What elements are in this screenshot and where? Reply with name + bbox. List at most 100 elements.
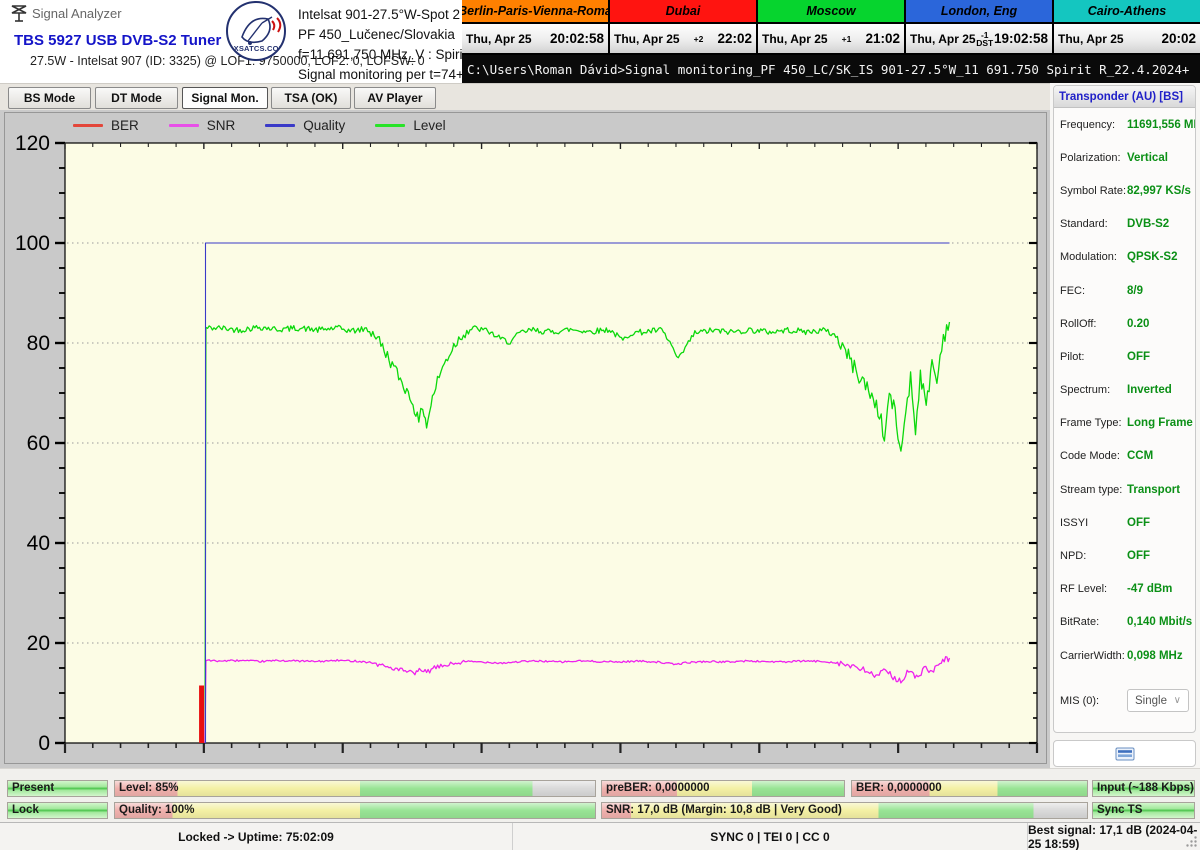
transponder-row: BitRate: 0,140 Mbit/s — [1060, 616, 1193, 629]
clock-time: 21:02 — [865, 31, 900, 46]
info-line-duration: Signal monitoring per t=74+h — [298, 67, 472, 82]
transponder-row: CarrierWidth: 0,098 MHz — [1060, 649, 1183, 662]
clock-city-header: Berlin-Paris-Vienna-Roma — [462, 0, 608, 24]
clock-cairo: Cairo-Athens Thu, Apr 25 20:02 — [1052, 0, 1200, 53]
console-command-text: C:\Users\Roman Dávid>Signal monitoring_P… — [467, 61, 1190, 77]
lock-indicator: Lock — [7, 802, 108, 819]
legend-label: Quality — [303, 118, 346, 133]
legend-item-snr: SNR — [168, 118, 236, 133]
mis-row: MIS (0): Single ∨ — [1054, 684, 1195, 717]
console-window: C:\Users\Roman Dávid>Signal monitoring_P… — [462, 55, 1200, 83]
clock-utc-offset: +1 — [841, 33, 852, 44]
chevron-down-icon: ∨ — [1173, 695, 1181, 707]
mode-tab-bar: BS Mode DT Mode Signal Mon. TSA (OK) AV … — [0, 83, 1200, 110]
mis-dropdown[interactable]: Single ∨ — [1127, 689, 1189, 713]
clock-city-header: Moscow — [758, 0, 904, 24]
clock-date: Thu, Apr 25 — [466, 31, 532, 46]
clock-date: Thu, Apr 25 — [1058, 31, 1124, 46]
signal-monitor-chart: BER SNR Quality Level 0 20 40 60 80 100 120 — [4, 112, 1047, 764]
dxsatcs-logo: DXSATCS.COM — [226, 1, 286, 61]
clock-city-label: Moscow — [806, 4, 856, 18]
clock-dubai: Dubai Thu, Apr 25 +2 22:02 — [608, 0, 756, 53]
transponder-row: FEC: 8/9 — [1060, 284, 1143, 297]
tab-bs-mode[interactable]: BS Mode — [8, 87, 91, 109]
stream-list-button[interactable] — [1053, 740, 1196, 767]
clock-city-label: Dubai — [665, 4, 701, 18]
clock-london: London, Eng Thu, Apr 25 -1 DST 19:02:58 — [904, 0, 1052, 53]
legend-item-quality: Quality — [265, 118, 345, 133]
clock-time: 20:02 — [1161, 31, 1196, 46]
clock-date: Thu, Apr 25 — [762, 31, 828, 46]
transponder-row: Code Mode: CCM — [1060, 450, 1154, 463]
info-line-frequency: f=11 691,750 MHz_V : Spirit — [298, 47, 467, 62]
clock-time: 22:02 — [717, 31, 752, 46]
info-line-site: PF 450_Lučenec/Slovakia — [298, 27, 455, 42]
present-indicator: Present — [7, 780, 108, 797]
clock-moscow: Moscow Thu, Apr 25 +1 21:02 — [756, 0, 904, 53]
ber-gauge: BER: 0,0000000 — [851, 780, 1088, 797]
transponder-row: Symbol Rate: 82,997 KS/s — [1060, 184, 1191, 197]
svg-text:20: 20 — [27, 632, 50, 655]
transponder-header: Transponder (AU) [BS] — [1054, 86, 1195, 108]
quality-gauge: Quality: 100% — [114, 802, 596, 819]
status-sync-counts: SYNC 0 | TEI 0 | CC 0 — [512, 823, 1027, 850]
tuner-name: TBS 5927 USB DVB-S2 Tuner — [14, 32, 222, 49]
legend-item-ber: BER — [73, 118, 139, 133]
clock-time-row: Thu, Apr 25 +2 22:02 — [610, 24, 756, 53]
svg-text:80: 80 — [27, 332, 50, 355]
info-line-satellite: Intelsat 901-27.5°W-Spot 2 — [298, 7, 460, 22]
transponder-row: Pilot: OFF — [1060, 350, 1150, 363]
clock-time-row: Thu, Apr 25 20:02:58 — [462, 24, 608, 53]
transponder-row: Stream type: Transport — [1060, 483, 1181, 496]
legend-label: SNR — [206, 118, 236, 133]
legend-label: BER — [111, 118, 139, 133]
level-gauge: Level: 85% — [114, 780, 596, 797]
transponder-row: ISSYI OFF — [1060, 516, 1150, 529]
transponder-row: Polarization: Vertical — [1060, 151, 1168, 164]
world-clocks: Berlin-Paris-Vienna-Roma Thu, Apr 25 20:… — [462, 0, 1200, 55]
tab-av-player[interactable]: AV Player — [354, 87, 436, 109]
tab-tsa[interactable]: TSA (OK) — [271, 87, 351, 109]
clock-city-header: Dubai — [610, 0, 756, 24]
list-icon — [1115, 747, 1134, 760]
signal-plot: 0 20 40 60 80 100 120 — [15, 132, 1039, 755]
snr-line-swatch — [168, 124, 199, 127]
sync-ts-indicator: Sync TS — [1092, 802, 1195, 819]
transponder-row: Standard: DVB-S2 — [1060, 218, 1170, 231]
signal-analyzer-window: Signal Analyzer TBS 5927 USB DVB-S2 Tune… — [0, 0, 1200, 850]
clock-date: Thu, Apr 25 — [614, 31, 680, 46]
status-uptime: Locked -> Uptime: 75:02:09 — [178, 829, 334, 844]
transponder-row: Frame Type: Long Frame — [1060, 417, 1193, 430]
logo-text: DXSATCS.COM — [228, 44, 286, 53]
transponder-row: Spectrum: Inverted — [1060, 384, 1172, 397]
clock-utc-offset: +2 — [693, 33, 704, 44]
tab-signal-mon[interactable]: Signal Mon. — [182, 87, 268, 109]
tab-dt-mode[interactable]: DT Mode — [95, 87, 178, 109]
legend-item-level: Level — [375, 118, 446, 133]
clock-utc-offset: -1 DST — [976, 29, 994, 48]
snr-gauge: SNR: 17,0 dB (Margin: 10,8 dB | Very Goo… — [601, 802, 1088, 819]
chart-legend: BER SNR Quality Level — [73, 118, 446, 133]
level-line-swatch — [375, 124, 406, 127]
transponder-row: RollOff: 0.20 — [1060, 317, 1150, 330]
clock-time: 19:02:58 — [993, 31, 1048, 46]
resize-grip[interactable] — [1185, 835, 1198, 848]
ber-line-swatch — [73, 124, 103, 127]
clock-time-row: Thu, Apr 25 20:02 — [1054, 24, 1200, 53]
transponder-row: Frequency:11691,556 MHz — [1060, 118, 1195, 131]
svg-text:60: 60 — [27, 432, 50, 455]
signal-analyzer-icon — [11, 5, 27, 22]
svg-text:40: 40 — [27, 532, 50, 555]
transponder-panel: Transponder (AU) [BS] Frequency: 11691,55… — [1053, 85, 1196, 733]
signal-gauges: Present Level: 85% preBER: 0,0000000 BER… — [0, 768, 1200, 822]
clock-city-label: London, Eng — [940, 4, 1018, 18]
monitoring-info: Intelsat 901-27.5°W-Spot 2 PF 450_Lučene… — [298, 5, 471, 85]
preber-gauge: preBER: 0,0000000 — [601, 780, 845, 797]
status-bar: Locked -> Uptime: 75:02:09 SYNC 0 | TEI … — [0, 822, 1200, 850]
status-best-signal: Best signal: 17,1 dB (2024-04-25 18:59) — [1027, 823, 1200, 850]
clock-date: Thu, Apr 25 — [910, 31, 976, 46]
clock-time-row: Thu, Apr 25 -1 DST 19:02:58 — [906, 24, 1052, 53]
clock-city-header: Cairo-Athens — [1054, 0, 1200, 24]
legend-label: Level — [413, 118, 446, 133]
transponder-row: Modulation: QPSK-S2 — [1060, 251, 1178, 264]
